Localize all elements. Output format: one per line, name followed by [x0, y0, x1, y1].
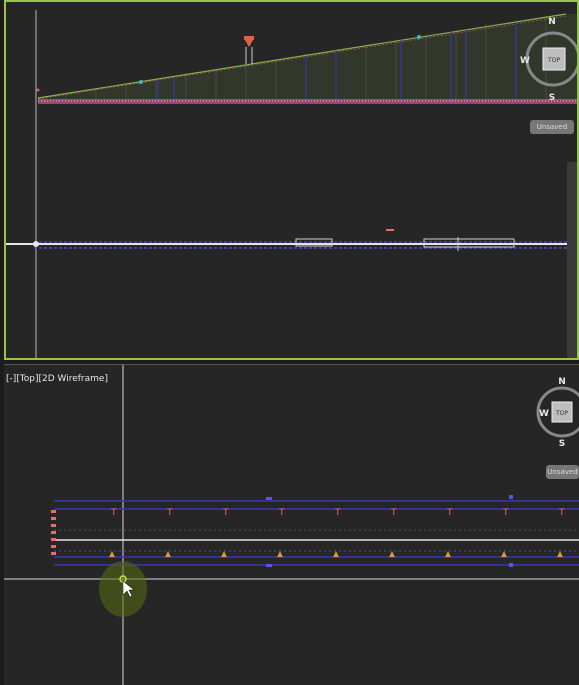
plan-drawing-canvas[interactable]: T T T T T T T T T TOP N S W — [4, 365, 579, 685]
svg-text:T: T — [502, 508, 509, 518]
compass-south-label: S — [559, 439, 565, 449]
profile-viewport[interactable]: TOP N S W Unsaved — [4, 0, 579, 360]
alignment-offset-lines — [54, 500, 579, 566]
profile-baseline-band — [38, 99, 577, 104]
svg-text:T: T — [222, 508, 229, 518]
compass-south-label: S — [549, 93, 555, 103]
cursor-highlight[interactable] — [99, 561, 147, 617]
profile-drawing-canvas[interactable]: TOP N S W — [6, 2, 577, 358]
svg-text:T: T — [166, 508, 173, 518]
svg-text:T: T — [278, 508, 285, 518]
unsaved-badge[interactable]: Unsaved — [546, 465, 579, 479]
lower-station-markers — [109, 551, 563, 557]
compass-north-label: N — [548, 17, 556, 27]
plan-viewport[interactable]: [-][Top][2D Wireframe] TT TT TT TT T TOP… — [4, 364, 579, 685]
svg-text:T: T — [334, 508, 341, 518]
svg-text:T: T — [110, 508, 117, 518]
profile-fill — [38, 14, 577, 100]
compass-center-label: TOP — [547, 57, 560, 64]
svg-text:T: T — [558, 508, 565, 518]
pvi-marker-icon — [244, 36, 254, 64]
profile-point-marker — [417, 35, 421, 39]
svg-text:T: T — [390, 508, 397, 518]
compass-north-label: N — [558, 377, 566, 387]
start-station-markers — [51, 510, 56, 555]
svg-text:T: T — [446, 508, 453, 518]
profile-point-marker — [139, 80, 143, 84]
unsaved-badge[interactable]: Unsaved — [530, 120, 574, 134]
compass-west-label: W — [539, 409, 549, 419]
viewcube-compass[interactable]: TOP N S W — [536, 377, 579, 449]
compass-center-label: TOP — [555, 410, 568, 417]
compass-west-label: W — [520, 56, 530, 66]
profile-point-marker — [36, 88, 40, 92]
plan-marker — [386, 229, 394, 231]
side-panel-strip[interactable] — [567, 162, 577, 358]
